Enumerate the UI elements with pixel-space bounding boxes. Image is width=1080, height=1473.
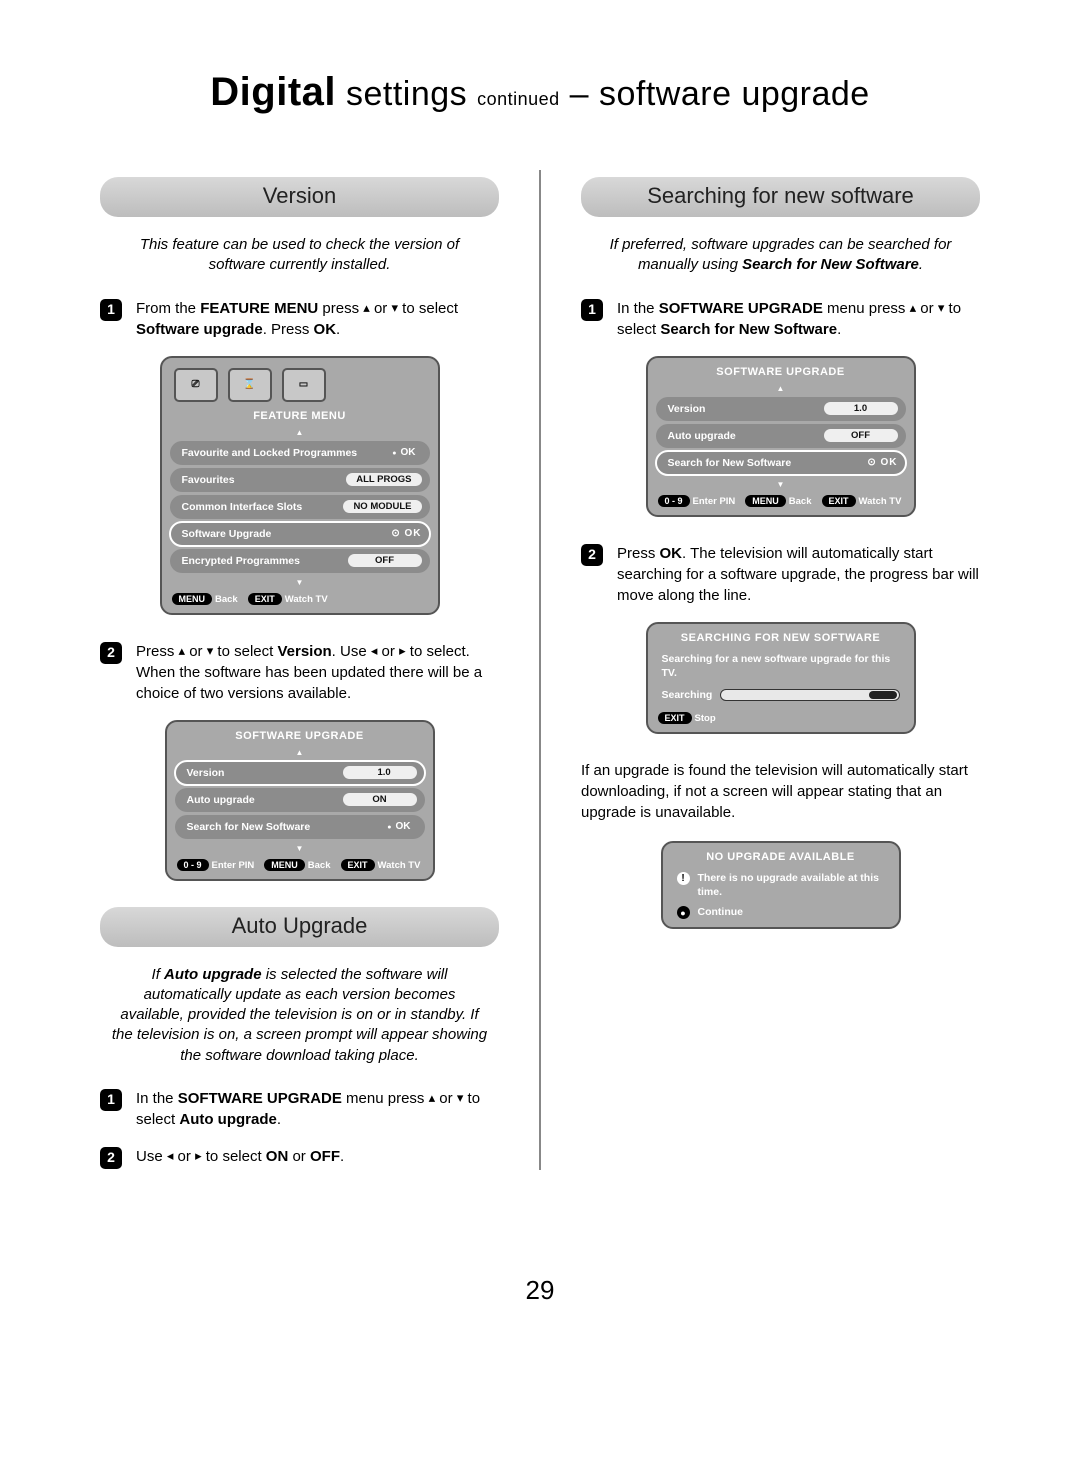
menu-row[interactable]: Version 1.0 [656, 397, 906, 421]
version-step-2: 2 Press ▴ or ▾ to select Version. Use ◂ … [100, 641, 499, 704]
menu-row[interactable]: Auto upgrade OFF [656, 424, 906, 448]
osd-title: FEATURE MENU [168, 408, 432, 426]
menu-row-selected[interactable]: Version 1.0 [175, 761, 425, 785]
search-after-text: If an upgrade is found the television wi… [581, 760, 980, 823]
section-version: Version [100, 177, 499, 217]
ok-dot-icon: ● [677, 906, 690, 919]
page-title: Digital settings continued – software up… [100, 70, 980, 115]
continue-button[interactable]: ● Continue [669, 901, 893, 921]
osd-no-upgrade: NO UPGRADE AVAILABLE ! There is no upgra… [661, 841, 901, 930]
search-step-2: 2 Press OK. The television will automati… [581, 543, 980, 606]
menu-row[interactable]: Common Interface Slots NO MODULE [170, 495, 430, 519]
section-auto-upgrade: Auto Upgrade [100, 907, 499, 947]
osd-footer: MENUBack EXITWatch TV [168, 588, 432, 607]
osd-footer: EXITStop [654, 707, 908, 726]
menu-row[interactable]: Auto upgrade ON [175, 788, 425, 812]
menu-row[interactable]: Favourites ALL PROGS [170, 468, 430, 492]
progress-bar: Searching [654, 687, 908, 707]
osd-software-upgrade-right: SOFTWARE UPGRADE Version 1.0 Auto upgrad… [646, 356, 916, 517]
osd-footer: 0 - 9Enter PIN MENUBack EXITWatch TV [654, 490, 908, 509]
auto-step-2: 2 Use ◂ or ▸ to select ON or OFF. [100, 1146, 499, 1169]
column-divider [539, 170, 541, 1170]
step-badge: 1 [100, 299, 122, 321]
menu-row[interactable]: Favourite and Locked Programmes OK [170, 441, 430, 465]
searching-intro: If preferred, software upgrades can be s… [591, 235, 970, 276]
page-number: 29 [100, 1275, 980, 1306]
osd-icon: ⎚ [174, 368, 218, 402]
osd-icon: ▭ [282, 368, 326, 402]
version-step-1: 1 From the FEATURE MENU press ▴ or ▾ to … [100, 298, 499, 340]
osd-software-upgrade-left: SOFTWARE UPGRADE Version 1.0 Auto upgrad… [165, 720, 435, 881]
osd-feature-menu: ⎚ ⌛ ▭ FEATURE MENU Favourite and Locked … [160, 356, 440, 615]
menu-row[interactable]: Encrypted Programmes OFF [170, 549, 430, 573]
menu-row[interactable]: Search for New Software OK [175, 815, 425, 839]
auto-upgrade-intro: If Auto upgrade is selected the software… [110, 965, 489, 1066]
right-column: Searching for new software If preferred,… [581, 165, 980, 1185]
osd-icon: ⌛ [228, 368, 272, 402]
search-step-1: 1 In the SOFTWARE UPGRADE menu press ▴ o… [581, 298, 980, 340]
osd-searching: SEARCHING FOR NEW SOFTWARE Searching for… [646, 622, 916, 734]
left-column: Version This feature can be used to chec… [100, 165, 499, 1185]
osd-footer: 0 - 9Enter PIN MENUBack EXITWatch TV [173, 854, 427, 873]
version-intro: This feature can be used to check the ve… [110, 235, 489, 276]
info-icon: ! [677, 872, 690, 885]
auto-step-1: 1 In the SOFTWARE UPGRADE menu press ▴ o… [100, 1088, 499, 1130]
menu-row-selected[interactable]: Search for New Software ⊙ OK [656, 451, 906, 475]
menu-row-selected[interactable]: Software Upgrade ⊙ OK [170, 522, 430, 546]
section-searching: Searching for new software [581, 177, 980, 217]
